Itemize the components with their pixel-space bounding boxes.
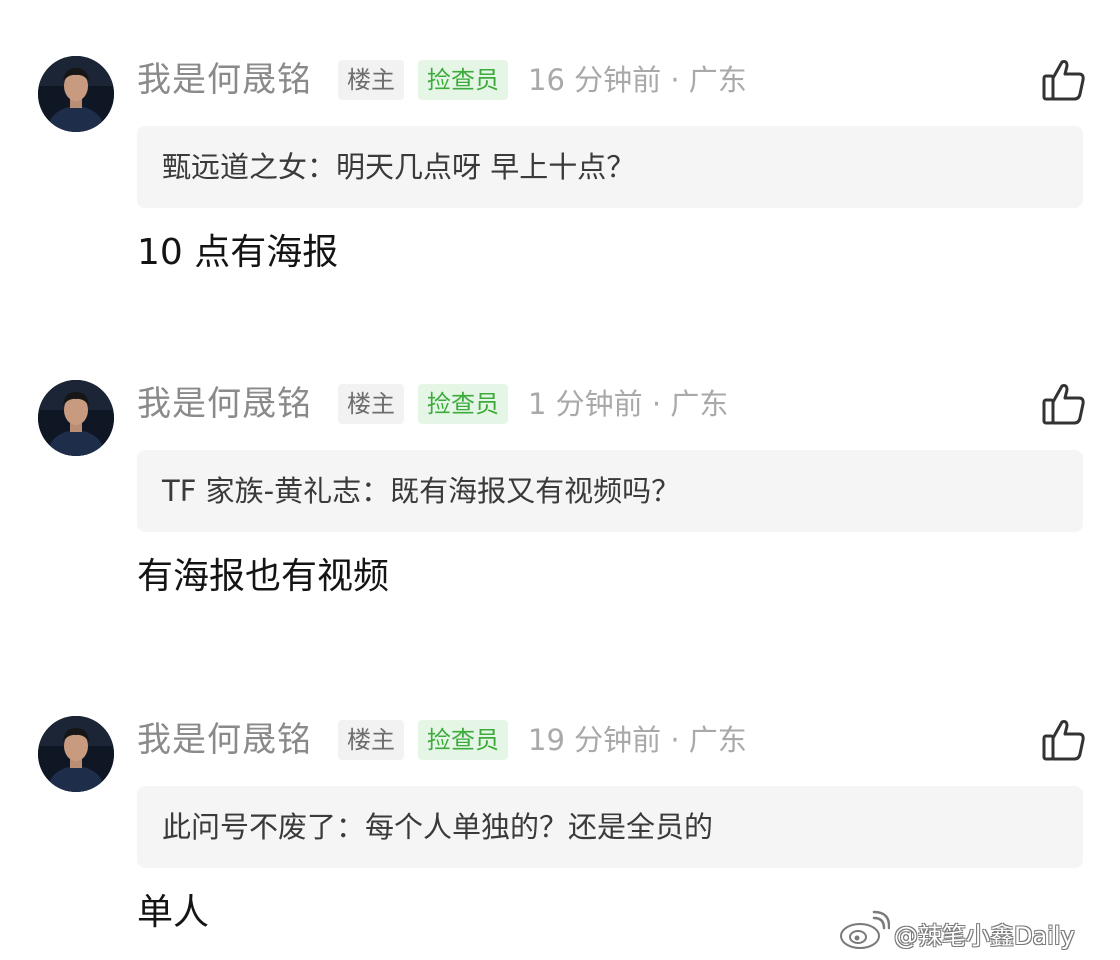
owner-badge: 楼主 xyxy=(338,384,404,424)
comment-meta: 19 分钟前 · 广东 xyxy=(528,723,747,757)
owner-badge: 楼主 xyxy=(338,720,404,760)
user-avatar-icon[interactable] xyxy=(38,716,114,792)
reply-text: 单人 xyxy=(137,892,210,933)
username[interactable]: 我是何晟铭 xyxy=(137,58,312,102)
checker-badge: 捡查员 xyxy=(418,384,508,424)
owner-badge: 楼主 xyxy=(338,60,404,100)
checker-badge: 捡查员 xyxy=(418,720,508,760)
username[interactable]: 我是何晟铭 xyxy=(137,718,312,762)
watermark: @辣笔小鑫Daily xyxy=(838,910,1075,956)
user-avatar-icon[interactable] xyxy=(38,56,114,132)
quoted-comment[interactable]: 甄远道之女：明天几点呀 早上十点？ xyxy=(137,126,1083,208)
thumbs-up-icon[interactable] xyxy=(1040,56,1088,104)
watermark-text: @辣笔小鑫Daily xyxy=(894,921,1075,950)
username[interactable]: 我是何晟铭 xyxy=(137,382,312,426)
user-avatar-icon[interactable] xyxy=(38,380,114,456)
comment-thread: 我是何晟铭 楼主 捡查员 16 分钟前 · 广东 甄远道之女：明天几点呀 早上十… xyxy=(0,0,1120,960)
reply-text: 有海报也有视频 xyxy=(137,556,390,597)
reply-text: 10 点有海报 xyxy=(137,232,339,273)
thumbs-up-icon[interactable] xyxy=(1040,380,1088,428)
thumbs-up-icon[interactable] xyxy=(1040,716,1088,764)
checker-badge: 捡查员 xyxy=(418,60,508,100)
weibo-logo-icon xyxy=(838,910,894,956)
quoted-comment[interactable]: 此问号不废了：每个人单独的？还是全员的 xyxy=(137,786,1083,868)
quoted-comment[interactable]: TF 家族-黄礼志：既有海报又有视频吗？ xyxy=(137,450,1083,532)
comment-meta: 16 分钟前 · 广东 xyxy=(528,63,747,97)
comment-meta: 1 分钟前 · 广东 xyxy=(528,387,729,421)
